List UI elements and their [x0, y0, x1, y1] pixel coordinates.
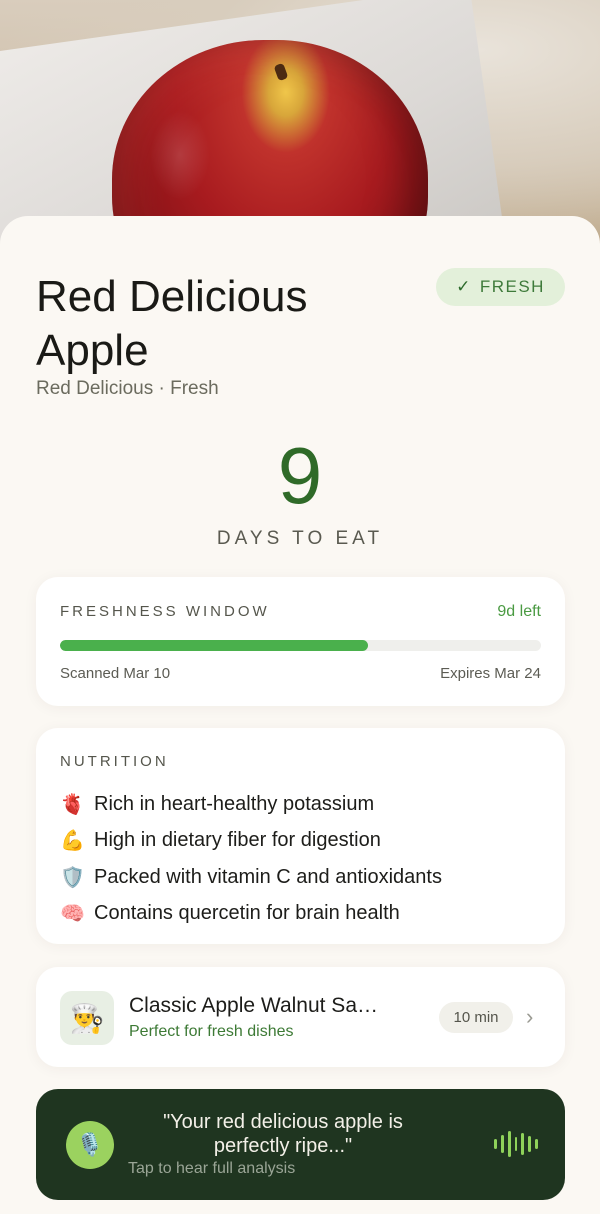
nutrition-item-text: Contains quercetin for brain health: [94, 902, 400, 925]
brain-icon: 🧠: [60, 903, 85, 926]
nutrition-item: 🧠 Contains quercetin for brain health: [60, 896, 442, 933]
expires-date: Expires Mar 24: [440, 665, 541, 682]
nutrition-item: 🛡️ Packed with vitamin C and antioxidant…: [60, 859, 442, 896]
nutrition-card: NUTRITION 🫀 Rich in heart-healthy potass…: [36, 728, 565, 944]
audio-analysis-button[interactable]: 🎙️ "Your red delicious apple is perfectl…: [36, 1089, 565, 1200]
product-photo: [0, 0, 600, 250]
recipe-time-badge: 10 min: [439, 1002, 513, 1033]
check-icon: ✓: [456, 277, 472, 296]
heart-icon: 🫀: [60, 793, 85, 816]
product-title: Red Delicious Apple: [36, 272, 308, 375]
waveform-icon: [494, 1130, 539, 1158]
nutrition-item-text: High in dietary fiber for digestion: [94, 829, 381, 852]
microphone-icon: 🎙️: [66, 1121, 114, 1169]
recipe-title: Classic Apple Walnut Sa…: [129, 994, 378, 1017]
freshness-card: FRESHNESS WINDOW 9d left Scanned Mar 10 …: [36, 577, 565, 706]
days-left: 9d left: [497, 603, 541, 620]
nutrition-list: 🫀 Rich in heart-healthy potassium 💪 High…: [60, 786, 442, 932]
scanned-date: Scanned Mar 10: [60, 665, 171, 682]
nutrition-label: NUTRITION: [60, 753, 169, 770]
product-subtitle: Red Delicious · Fresh: [36, 378, 219, 399]
audio-quote: "Your red delicious apple is perfectly r…: [163, 1111, 403, 1157]
recipe-card[interactable]: 👨‍🍳 Classic Apple Walnut Sa… Perfect for…: [36, 967, 565, 1067]
shield-icon: 🛡️: [60, 866, 85, 889]
days-to-eat-label: DAYS TO EAT: [216, 528, 384, 549]
days-to-eat-number: 9: [277, 431, 323, 520]
freshness-label: FRESHNESS WINDOW: [60, 603, 270, 620]
muscle-icon: 💪: [60, 830, 85, 853]
audio-cta: Tap to hear full analysis: [128, 1160, 296, 1177]
recipe-subtitle: Perfect for fresh dishes: [129, 1023, 294, 1040]
nutrition-item-text: Packed with vitamin C and antioxidants: [94, 865, 442, 888]
chevron-right-icon: ›: [526, 1004, 534, 1029]
chef-icon: 👨‍🍳: [60, 991, 114, 1045]
freshness-progress-fill: [60, 640, 368, 651]
freshness-progress-track: [60, 640, 541, 651]
nutrition-item-text: Rich in heart-healthy potassium: [94, 792, 375, 815]
nutrition-item: 🫀 Rich in heart-healthy potassium: [60, 786, 442, 823]
nutrition-item: 💪 High in dietary fiber for digestion: [60, 823, 442, 860]
status-badge-label: FRESH: [479, 277, 545, 296]
status-badge: ✓ FRESH: [436, 268, 565, 306]
apple-highlight: [150, 110, 210, 200]
